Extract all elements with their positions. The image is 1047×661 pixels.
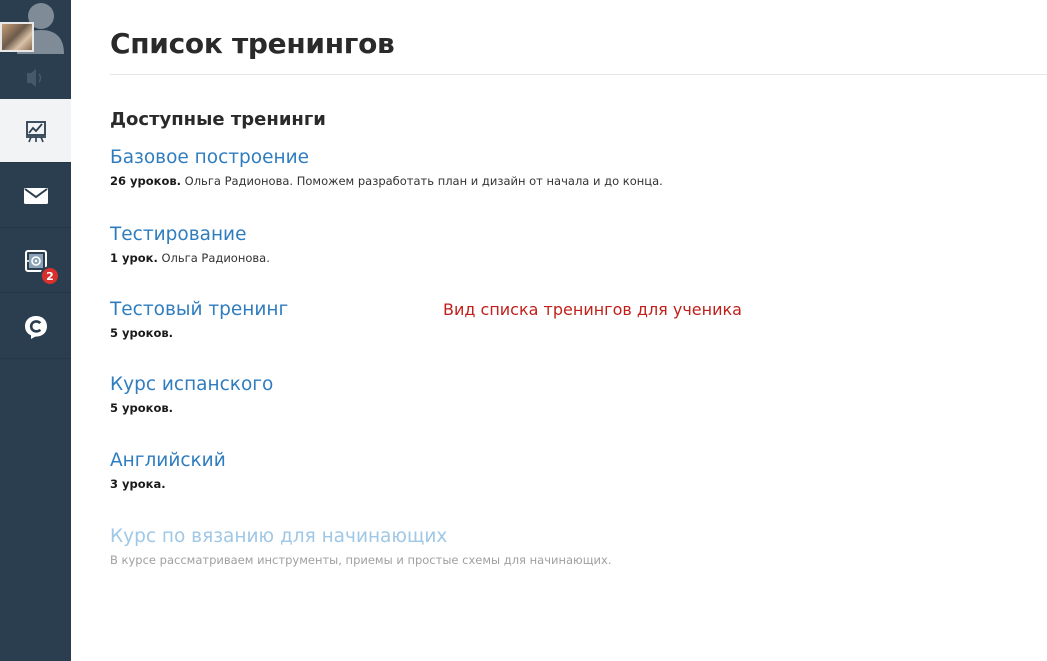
trainings-chart-icon — [25, 120, 46, 142]
training-details: Ольга Радионова. Поможем разработать пла… — [181, 174, 663, 188]
title-divider — [110, 74, 1047, 75]
training-title-link[interactable]: Курс испанского — [110, 374, 273, 396]
training-title-link[interactable]: Базовое построение — [110, 147, 663, 169]
training-item: Курс по вязанию для начинающих В курсе р… — [110, 526, 611, 567]
lessons-count: 5 уроков. — [110, 326, 173, 340]
sidebar-item-trainings[interactable] — [0, 99, 71, 163]
sidebar-item-safe[interactable]: 2 — [0, 229, 71, 293]
lessons-count: 26 уроков. — [110, 174, 181, 188]
lessons-count: 3 урока. — [110, 477, 166, 491]
training-title-link[interactable]: Курс по вязанию для начинающих — [110, 526, 611, 548]
training-title-link[interactable]: Тестирование — [110, 224, 270, 246]
mail-envelope-icon — [23, 187, 48, 204]
training-meta: 26 уроков. Ольга Радионова. Поможем разр… — [110, 174, 663, 188]
annotation-note: Вид списка тренингов для ученика — [443, 300, 742, 319]
sidebar-item-messages[interactable] — [0, 164, 71, 228]
training-meta: 5 уроков. — [110, 326, 288, 340]
section-heading: Доступные тренинги — [110, 109, 326, 130]
c-logo-chat-icon — [24, 315, 47, 339]
speaker-button[interactable] — [0, 58, 71, 98]
lessons-count: 1 урок. — [110, 251, 158, 265]
sidebar: 2 — [0, 0, 71, 661]
training-item: Курс испанского 5 уроков. — [110, 374, 273, 415]
training-details: Ольга Радионова. — [157, 251, 270, 265]
avatar-photo-icon — [0, 22, 34, 52]
training-meta: 1 урок. Ольга Радионова. — [110, 251, 270, 265]
training-description: В курсе рассматриваем инструменты, прием… — [110, 553, 612, 567]
training-title-link[interactable]: Тестовый тренинг — [110, 299, 288, 321]
training-item: Тестирование 1 урок. Ольга Радионова. — [110, 224, 270, 265]
page-title: Список тренингов — [110, 27, 395, 60]
user-avatar[interactable] — [0, 0, 71, 58]
notification-badge: 2 — [40, 266, 60, 286]
speaker-icon — [27, 69, 42, 87]
lessons-count: 5 уроков. — [110, 401, 173, 415]
training-item: Английский 3 урока. — [110, 450, 226, 491]
training-meta: 5 уроков. — [110, 401, 273, 415]
training-meta: 3 урока. — [110, 477, 226, 491]
training-title-link[interactable]: Английский — [110, 450, 226, 472]
training-item: Базовое построение 26 уроков. Ольга Ради… — [110, 147, 663, 188]
training-item: Тестовый тренинг 5 уроков. — [110, 299, 288, 340]
sidebar-item-chat[interactable] — [0, 295, 71, 359]
